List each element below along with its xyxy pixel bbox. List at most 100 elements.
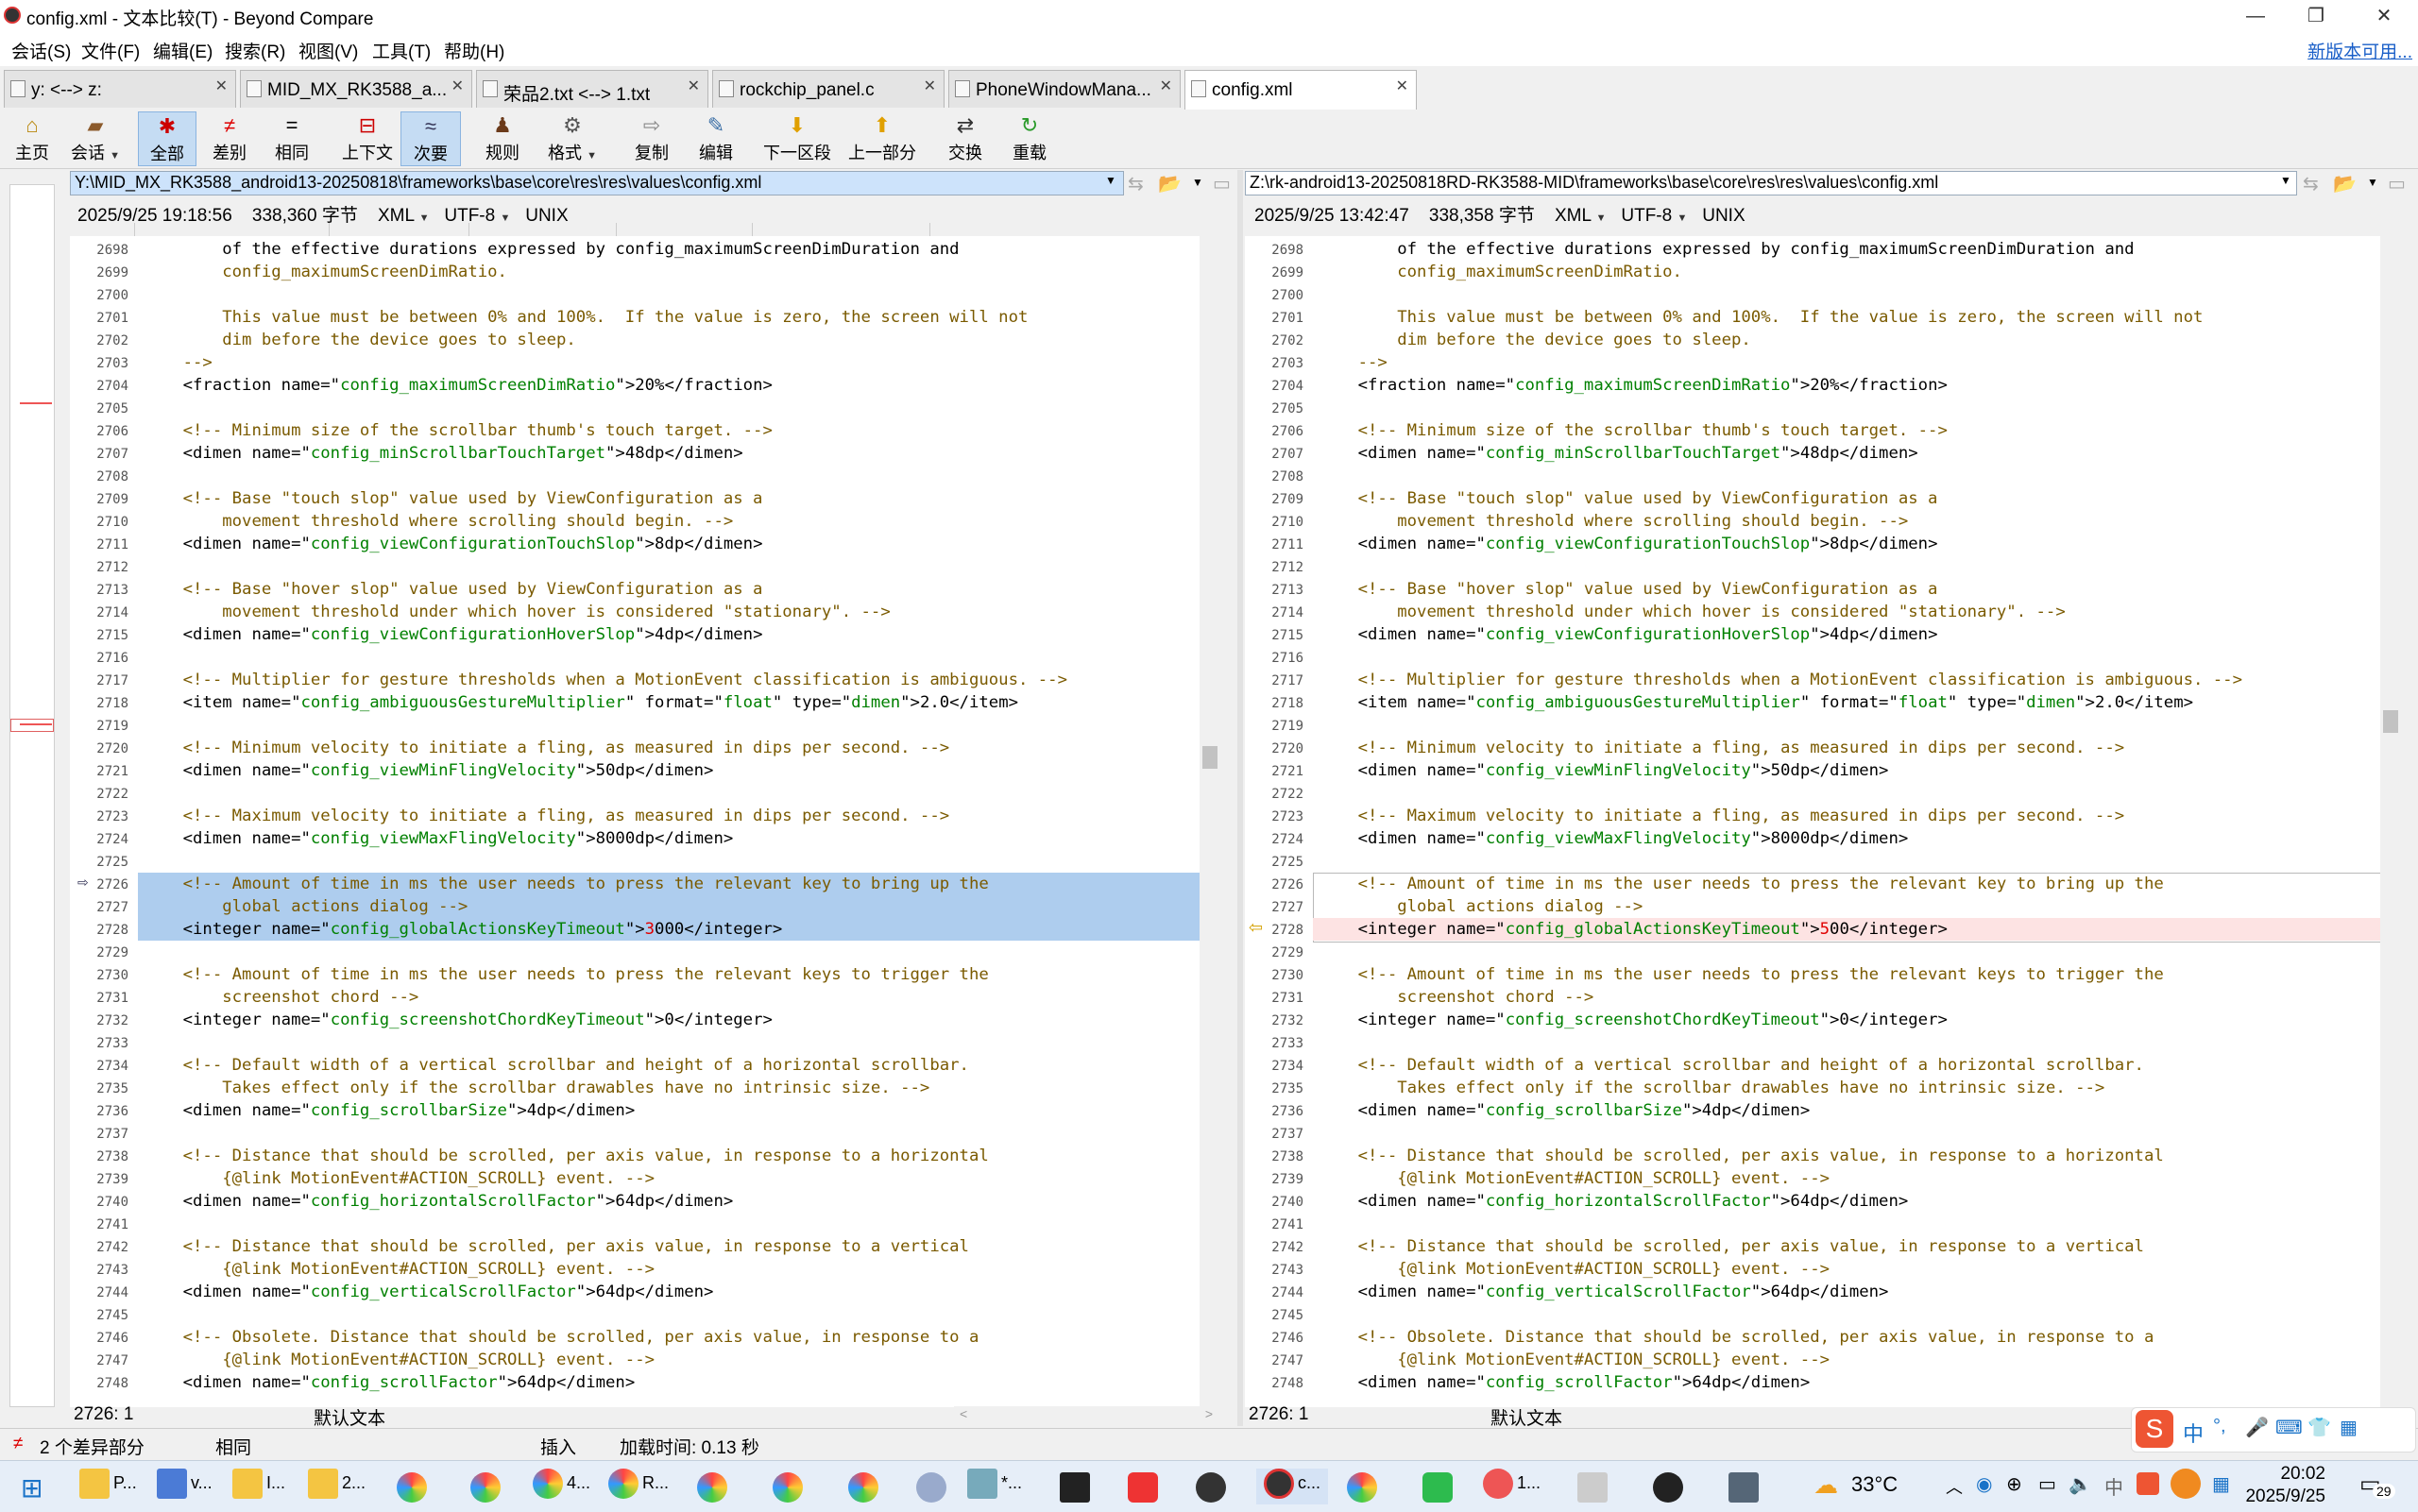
menu-session[interactable]: 会话(S) bbox=[11, 38, 71, 63]
close-tab-icon[interactable]: ✕ bbox=[1160, 76, 1172, 95]
new-version-link[interactable]: 新版本可用... bbox=[2307, 38, 2412, 63]
code-line[interactable]: dim before the device goes to sleep. bbox=[144, 331, 576, 349]
home-button[interactable]: ⌂ 主页 bbox=[6, 111, 59, 166]
left-save-icon[interactable]: ▭ bbox=[1213, 172, 1231, 195]
show-diff-button[interactable]: ≠ 差别 bbox=[200, 111, 259, 166]
code-line[interactable]: <!-- Multiplier for gesture thresholds w… bbox=[1319, 671, 2242, 689]
tab-config-xml[interactable]: config.xml ✕ bbox=[1184, 70, 1417, 110]
tray-chevron-icon[interactable]: ︿ bbox=[1946, 1474, 1963, 1499]
code-line[interactable]: of the effective durations expressed by … bbox=[1319, 240, 2134, 259]
ime-toolbar[interactable]: S 中 °, 🎤 ⌨ 👕 ▦ bbox=[2131, 1407, 2416, 1453]
volume-icon[interactable]: 🔈 bbox=[2069, 1472, 2092, 1496]
close-tab-icon[interactable]: ✕ bbox=[924, 76, 936, 95]
pane-splitter[interactable] bbox=[1237, 170, 1243, 1426]
left-format-select[interactable]: XML ▼ bbox=[378, 206, 430, 226]
code-line[interactable]: <!-- Amount of time in ms the user needs… bbox=[144, 965, 989, 984]
menu-file[interactable]: 文件(F) bbox=[81, 38, 140, 63]
scrollbar-thumb[interactable] bbox=[1202, 746, 1218, 769]
taskbar-app-8[interactable]: 1... bbox=[1483, 1469, 1541, 1504]
code-line[interactable]: <dimen name="config_minScrollbarTouchTar… bbox=[144, 444, 743, 463]
left-open-folder-icon[interactable]: 📂 bbox=[1158, 172, 1182, 195]
left-open-dropdown-icon[interactable]: ▼ bbox=[1192, 176, 1203, 189]
security-icon[interactable] bbox=[2171, 1469, 2201, 1499]
code-line[interactable]: <dimen name="config_horizontalScrollFact… bbox=[1319, 1192, 1909, 1211]
ime-chinese-mode[interactable]: 中 bbox=[2183, 1418, 2204, 1448]
close-tab-icon[interactable]: ✕ bbox=[688, 76, 700, 95]
code-line[interactable]: <!-- Amount of time in ms the user needs… bbox=[1319, 965, 2164, 984]
right-history-icon[interactable]: ⇆ bbox=[2303, 172, 2319, 195]
edit-button[interactable]: ✎ 编辑 bbox=[686, 111, 746, 166]
chrome-icon[interactable] bbox=[697, 1472, 727, 1503]
chrome-icon[interactable] bbox=[848, 1472, 878, 1503]
code-line[interactable]: dim before the device goes to sleep. bbox=[1319, 331, 1751, 349]
copy-button[interactable]: ⇨ 复制 bbox=[622, 111, 682, 166]
reload-button[interactable]: ↻ 重载 bbox=[999, 111, 1060, 166]
close-tab-icon[interactable]: ✕ bbox=[451, 76, 464, 95]
menu-edit[interactable]: 编辑(E) bbox=[153, 38, 213, 63]
code-line[interactable]: <dimen name="config_scrollbarSize">4dp</… bbox=[144, 1101, 636, 1120]
code-line[interactable]: {@link MotionEvent#ACTION_SCROLL} event.… bbox=[144, 1351, 655, 1369]
code-line[interactable]: <!-- Distance that should be scrolled, p… bbox=[144, 1237, 969, 1256]
code-line[interactable]: <!-- Base "touch slop" value used by Vie… bbox=[144, 489, 763, 508]
menu-tools[interactable]: 工具(T) bbox=[372, 38, 431, 63]
code-line[interactable]: {@link MotionEvent#ACTION_SCROLL} event.… bbox=[144, 1169, 655, 1188]
code-line[interactable]: <dimen name="config_viewMinFlingVelocity… bbox=[1319, 761, 1889, 780]
code-line[interactable]: <!-- Minimum velocity to initiate a flin… bbox=[1319, 739, 2125, 757]
code-line[interactable]: <dimen name="config_verticalScrollFactor… bbox=[144, 1283, 714, 1301]
code-line[interactable]: <fraction name="config_maximumScreenDimR… bbox=[1319, 376, 1948, 395]
toolbox-icon[interactable]: ▦ bbox=[2340, 1416, 2358, 1439]
code-line[interactable]: <dimen name="config_scrollFactor">64dp</… bbox=[144, 1373, 636, 1392]
code-line[interactable]: <dimen name="config_horizontalScrollFact… bbox=[144, 1192, 734, 1211]
code-line[interactable]: <!-- Distance that should be scrolled, p… bbox=[1319, 1237, 2144, 1256]
diff-overview[interactable] bbox=[9, 184, 55, 1407]
right-format-select[interactable]: XML ▼ bbox=[1555, 206, 1607, 226]
voice-icon[interactable]: 🎤 bbox=[2245, 1416, 2269, 1439]
tray-app-icon[interactable]: ▦ bbox=[2212, 1472, 2230, 1496]
code-line[interactable]: <integer name="config_globalActionsKeyTi… bbox=[144, 920, 783, 939]
format-button[interactable]: ⚙ 格式 ▼ bbox=[535, 111, 610, 166]
code-line[interactable]: <!-- Minimum size of the scrollbar thumb… bbox=[144, 421, 773, 440]
code-line[interactable]: <integer name="config_screenshotChordKey… bbox=[1319, 1011, 1948, 1029]
code-line[interactable]: movement threshold where scrolling shoul… bbox=[144, 512, 733, 531]
code-line[interactable]: config_maximumScreenDimRatio. bbox=[1319, 263, 1682, 281]
paint-icon[interactable] bbox=[916, 1472, 946, 1503]
left-horizontal-scrollbar[interactable]: < > bbox=[954, 1406, 1218, 1427]
tab-rongpin[interactable]: 荣品2.txt <--> 1.txt ✕ bbox=[476, 70, 708, 108]
network-icon[interactable]: ⊕ bbox=[2006, 1472, 2022, 1496]
tab-rockchip-panel[interactable]: rockchip_panel.c ✕ bbox=[712, 70, 945, 108]
next-section-button[interactable]: ⬇ 下一区段 bbox=[758, 111, 837, 166]
qq-icon[interactable] bbox=[1653, 1472, 1683, 1503]
code-line[interactable]: <!-- Maximum velocity to initiate a flin… bbox=[144, 807, 950, 825]
show-same-button[interactable]: = 相同 bbox=[263, 111, 321, 166]
code-line[interactable]: <dimen name="config_minScrollbarTouchTar… bbox=[1319, 444, 1918, 463]
code-line[interactable]: This value must be between 0% and 100%. … bbox=[144, 308, 1028, 327]
skin-icon[interactable]: 👕 bbox=[2307, 1416, 2331, 1439]
code-line[interactable]: <!-- Base "touch slop" value used by Vie… bbox=[1319, 489, 1938, 508]
maximize-button[interactable]: ❐ bbox=[2282, 0, 2350, 32]
code-line[interactable]: <dimen name="config_viewConfigurationHov… bbox=[1319, 625, 1938, 644]
taskbar-app-2[interactable]: I... bbox=[232, 1469, 285, 1504]
terminal-icon[interactable] bbox=[1060, 1472, 1090, 1503]
rules-button[interactable]: ♟ 规则 bbox=[472, 111, 533, 166]
code-line[interactable]: <dimen name="config_viewConfigurationTou… bbox=[144, 535, 763, 553]
code-line[interactable]: Takes effect only if the scrollbar drawa… bbox=[1319, 1079, 2104, 1097]
code-line[interactable]: --> bbox=[1319, 353, 1388, 372]
ime-indicator[interactable]: 中 bbox=[2104, 1472, 2123, 1500]
code-line[interactable]: <dimen name="config_viewMaxFlingVelocity… bbox=[144, 829, 734, 848]
taskbar-app-1[interactable]: v... bbox=[157, 1469, 213, 1504]
right-open-dropdown-icon[interactable]: ▼ bbox=[2367, 176, 2378, 189]
context-button[interactable]: ⊟ 上下文 bbox=[334, 111, 400, 166]
taskbar-app-5[interactable]: R... bbox=[608, 1469, 669, 1504]
taskbar-app-0[interactable]: P... bbox=[79, 1469, 137, 1504]
code-line[interactable]: screenshot chord --> bbox=[1319, 988, 1593, 1007]
code-line[interactable]: <!-- Multiplier for gesture thresholds w… bbox=[144, 671, 1067, 689]
left-path-input[interactable]: Y:\MID_MX_RK3588_android13-20250818\fram… bbox=[70, 171, 1124, 195]
code-line[interactable]: <!-- Obsolete. Distance that should be s… bbox=[144, 1328, 979, 1347]
session-button[interactable]: ▰ 会话 ▼ bbox=[62, 111, 128, 166]
wps-icon[interactable] bbox=[1128, 1472, 1158, 1503]
code-line[interactable]: global actions dialog --> bbox=[1319, 897, 1643, 916]
keyboard-icon[interactable]: ⌨ bbox=[2275, 1416, 2303, 1439]
code-line[interactable]: <!-- Base "hover slop" value used by Vie… bbox=[1319, 580, 1938, 599]
code-line[interactable]: <dimen name="config_viewMaxFlingVelocity… bbox=[1319, 829, 1909, 848]
menu-help[interactable]: 帮助(H) bbox=[444, 38, 504, 63]
